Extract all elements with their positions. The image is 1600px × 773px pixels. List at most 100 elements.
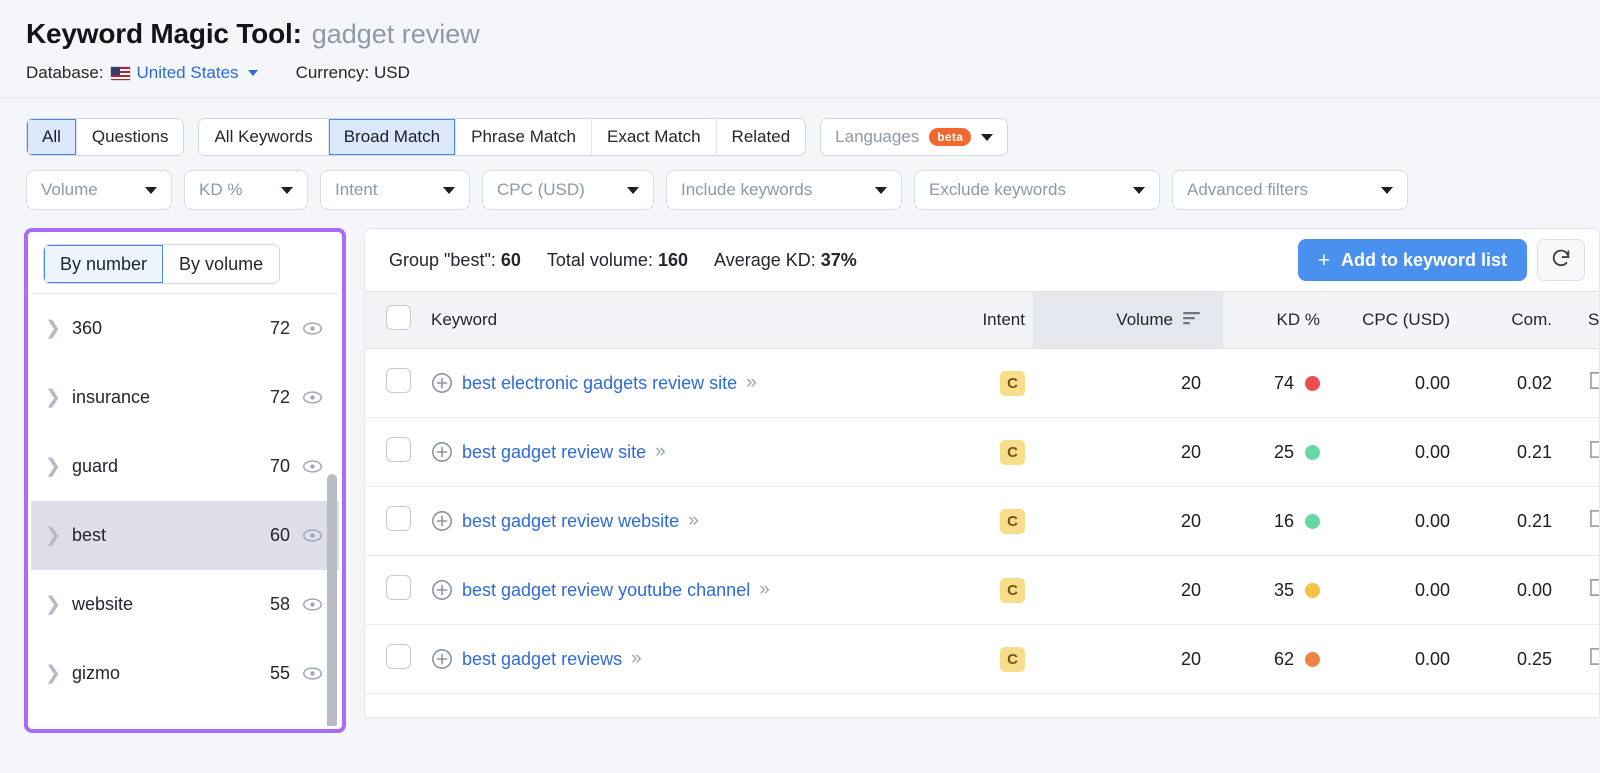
type-tab-group: All Questions (26, 118, 184, 156)
languages-dropdown[interactable]: Languages beta (820, 118, 1008, 156)
database-selector[interactable]: Database: United States (26, 63, 258, 83)
toggle-by-number[interactable]: By number (44, 245, 163, 283)
sidebar-item-best[interactable]: ❯ best 60 (31, 501, 339, 570)
intent-badge[interactable]: C (1000, 440, 1025, 465)
sort-descending-icon (1183, 310, 1201, 330)
select-all-checkbox[interactable] (386, 305, 411, 330)
chevron-right-icon[interactable]: ❯ (45, 317, 69, 340)
keyword-overview-icon[interactable]: » (688, 510, 697, 532)
filter-exclude-keywords[interactable]: Exclude keywords (914, 170, 1160, 210)
header-com[interactable]: Com. (1468, 292, 1570, 349)
header-volume[interactable]: Volume (1033, 292, 1223, 349)
chevron-right-icon[interactable]: ❯ (45, 386, 69, 409)
eye-icon[interactable] (302, 456, 323, 477)
filter-kd[interactable]: KD % (184, 170, 308, 210)
header-intent[interactable]: Intent (941, 292, 1033, 349)
kd-value: 74 (1274, 373, 1294, 394)
tab-all[interactable]: All (27, 119, 77, 155)
toggle-by-volume[interactable]: By volume (163, 245, 279, 283)
intent-badge[interactable]: C (1000, 647, 1025, 672)
serp-feature-icon[interactable] (1588, 375, 1600, 395)
sidebar-item-count: 60 (270, 525, 290, 546)
sidebar-item-360[interactable]: ❯ 360 72 (31, 294, 339, 363)
intent-badge[interactable]: C (1000, 509, 1025, 534)
currency-display: Currency: USD (296, 63, 410, 83)
keyword-link[interactable]: best gadget review site (462, 442, 646, 463)
keywords-table-body: best electronic gadgets review site » C … (365, 349, 1600, 694)
chevron-down-icon (1381, 187, 1393, 194)
add-keyword-icon[interactable] (431, 579, 453, 601)
row-checkbox[interactable] (386, 506, 411, 531)
eye-icon[interactable] (302, 663, 323, 684)
table-row[interactable]: best gadget review site » C 20 25 (365, 418, 1600, 487)
chevron-right-icon[interactable]: ❯ (45, 593, 69, 616)
sidebar-scrollbar[interactable] (327, 474, 337, 726)
filter-volume[interactable]: Volume (26, 170, 172, 210)
row-checkbox[interactable] (386, 644, 411, 669)
header-sf[interactable]: SF (1570, 292, 1600, 349)
add-keyword-icon[interactable] (431, 510, 453, 532)
add-keyword-icon[interactable] (431, 372, 453, 394)
database-label: Database: (26, 63, 104, 83)
add-keyword-icon[interactable] (431, 441, 453, 463)
keyword-overview-icon[interactable]: » (655, 441, 664, 463)
row-intent-cell: C (941, 418, 1033, 487)
tab-broad-match[interactable]: Broad Match (329, 119, 456, 155)
header-keyword[interactable]: Keyword (431, 292, 941, 349)
header-kd[interactable]: KD % (1223, 292, 1338, 349)
table-row[interactable]: best electronic gadgets review site » C … (365, 349, 1600, 418)
filter-include-keywords[interactable]: Include keywords (666, 170, 902, 210)
tab-questions[interactable]: Questions (77, 119, 184, 155)
keyword-link[interactable]: best gadget reviews (462, 649, 622, 670)
row-cpc-cell: 0.00 (1338, 349, 1468, 418)
serp-feature-icon[interactable] (1588, 582, 1600, 602)
chevron-right-icon[interactable]: ❯ (45, 524, 69, 547)
chevron-down-icon (248, 70, 258, 76)
keyword-link[interactable]: best gadget review website (462, 511, 679, 532)
kd-difficulty-dot (1305, 583, 1320, 598)
chevron-right-icon[interactable]: ❯ (45, 455, 69, 478)
table-row[interactable]: best gadget reviews » C 20 62 0 (365, 625, 1600, 694)
keyword-link[interactable]: best electronic gadgets review site (462, 373, 737, 394)
intent-badge[interactable]: C (1000, 371, 1025, 396)
row-checkbox[interactable] (386, 437, 411, 462)
header-cpc[interactable]: CPC (USD) (1338, 292, 1468, 349)
filter-cpc[interactable]: CPC (USD) (482, 170, 654, 210)
eye-icon[interactable] (302, 387, 323, 408)
keywords-table: Keyword Intent Volume (365, 291, 1600, 694)
filter-intent[interactable]: Intent (320, 170, 470, 210)
serp-feature-icon[interactable] (1588, 513, 1600, 533)
serp-feature-icon[interactable] (1588, 444, 1600, 464)
serp-feature-icon[interactable] (1588, 651, 1600, 671)
tab-phrase-match[interactable]: Phrase Match (456, 119, 592, 155)
stat-average-kd: Average KD: 37% (714, 250, 857, 271)
sidebar-item-guard[interactable]: ❯ guard 70 (31, 432, 339, 501)
row-keyword-cell: best gadget review website » (431, 487, 941, 556)
tab-related[interactable]: Related (717, 119, 806, 155)
row-checkbox[interactable] (386, 368, 411, 393)
tab-exact-match[interactable]: Exact Match (592, 119, 717, 155)
filter-cpc-label: CPC (USD) (497, 180, 585, 200)
sidebar-item-gizmo[interactable]: ❯ gizmo 55 (31, 639, 339, 708)
keyword-overview-icon[interactable]: » (631, 648, 640, 670)
filter-advanced[interactable]: Advanced filters (1172, 170, 1408, 210)
add-keyword-icon[interactable] (431, 648, 453, 670)
table-row[interactable]: best gadget review website » C 20 16 (365, 487, 1600, 556)
eye-icon[interactable] (302, 318, 323, 339)
row-checkbox[interactable] (386, 575, 411, 600)
eye-icon[interactable] (302, 525, 323, 546)
keyword-overview-icon[interactable]: » (759, 579, 768, 601)
keyword-overview-icon[interactable]: » (746, 372, 755, 394)
add-to-keyword-list-button[interactable]: + Add to keyword list (1298, 239, 1527, 281)
sidebar-item-website[interactable]: ❯ website 58 (31, 570, 339, 639)
sidebar-item-insurance[interactable]: ❯ insurance 72 (31, 363, 339, 432)
tab-all-keywords[interactable]: All Keywords (199, 119, 328, 155)
eye-icon[interactable] (302, 594, 323, 615)
row-cpc-cell: 0.00 (1338, 556, 1468, 625)
keyword-link[interactable]: best gadget review youtube channel (462, 580, 750, 601)
row-volume-cell: 20 (1033, 349, 1223, 418)
refresh-button[interactable] (1537, 239, 1585, 281)
intent-badge[interactable]: C (1000, 578, 1025, 603)
chevron-right-icon[interactable]: ❯ (45, 662, 69, 685)
table-row[interactable]: best gadget review youtube channel » C 2… (365, 556, 1600, 625)
